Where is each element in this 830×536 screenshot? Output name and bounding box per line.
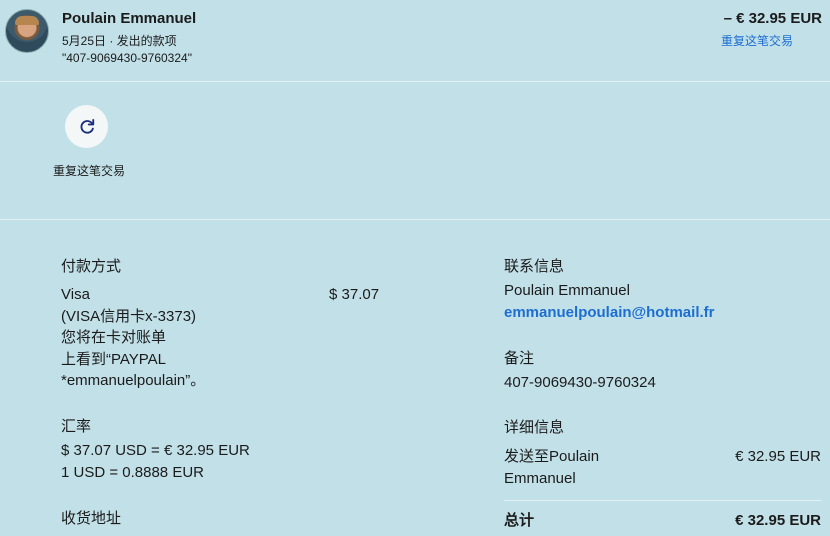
- total-amount: € 32.95 EUR: [735, 512, 821, 529]
- contact-info-title: 联系信息: [504, 258, 565, 275]
- details-title: 详细信息: [504, 419, 565, 436]
- shipping-address-title: 收货地址: [61, 510, 122, 527]
- exchange-rate-title: 汇率: [61, 418, 92, 435]
- repeat-transaction-link[interactable]: 重复这笔交易: [721, 32, 793, 49]
- transaction-reference: "407-9069430-9760324": [62, 51, 192, 65]
- details-divider: [504, 500, 821, 501]
- statement-line-1: 您将在卡对账单: [61, 329, 167, 346]
- exchange-rate-details: $ 37.07 USD = € 32.95 EUR 1 USD = 0.8888…: [61, 440, 250, 483]
- statement-line-3: *emmanuelpoulain”。: [61, 372, 206, 389]
- repeat-transaction-button[interactable]: [65, 105, 108, 148]
- repeat-transaction-label: 重复这笔交易: [52, 164, 125, 178]
- contact-info: Poulain Emmanuel emmanuelpoulain@hotmail…: [504, 280, 714, 323]
- transaction-meta: 5月25日 · 发出的款项: [62, 34, 177, 48]
- total-label: 总计: [504, 512, 535, 529]
- payment-method-name: Visa: [61, 286, 90, 303]
- sent-to: 发送至Poulain Emmanuel: [504, 446, 599, 489]
- note-title: 备注: [504, 350, 535, 367]
- payment-amount: $ 37.07: [329, 286, 380, 303]
- sent-to-line-2: Emmanuel: [504, 469, 576, 487]
- exchange-rate: 1 USD = 0.8888 EUR: [61, 463, 204, 481]
- action-bar: 重复这笔交易: [0, 82, 830, 220]
- transaction-header: Poulain Emmanuel 5月25日 · 发出的款项 "407-9069…: [0, 0, 830, 82]
- transaction-amount: – € 32.95 EUR: [723, 10, 822, 27]
- refresh-icon: [80, 118, 94, 134]
- exchange-conversion: $ 37.07 USD = € 32.95 EUR: [61, 442, 250, 459]
- note-value: 407-9069430-9760324: [504, 374, 656, 391]
- contact-name: Poulain Emmanuel: [504, 282, 630, 299]
- statement-line-2: 上看到“PAYPAL: [61, 350, 167, 368]
- avatar: [5, 9, 49, 53]
- payee-name: Poulain Emmanuel: [62, 10, 197, 27]
- sent-amount: € 32.95 EUR: [735, 448, 821, 465]
- payment-card: (VISA信用卡x-3373): [61, 307, 197, 325]
- payment-method-title: 付款方式: [61, 258, 122, 275]
- sent-to-line-1: 发送至Poulain: [504, 448, 600, 465]
- payment-method-details: Visa (VISA信用卡x-3373) 您将在卡对账单 上看到“PAYPAL …: [61, 284, 205, 392]
- contact-email-link[interactable]: emmanuelpoulain@hotmail.fr: [504, 302, 714, 324]
